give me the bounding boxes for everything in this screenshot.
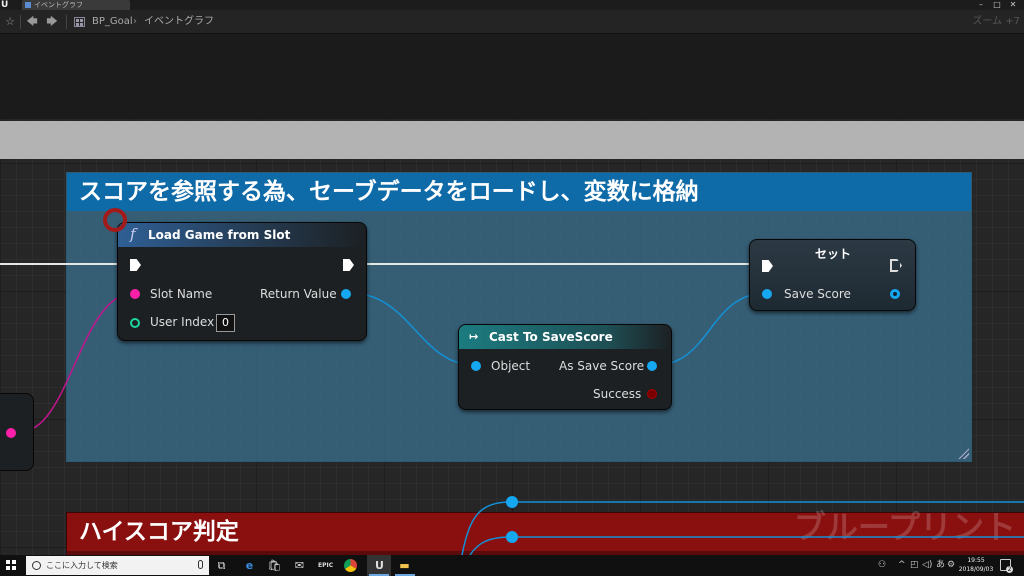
- node-load-game-from-slot[interactable]: f Load Game from Slot Slot Name User Ind…: [117, 222, 367, 341]
- back-arrow-icon[interactable]: 🡄: [24, 14, 40, 30]
- node-set-save-score[interactable]: セット Save Score: [749, 239, 916, 311]
- tray-chevron-up-icon[interactable]: ^: [898, 559, 906, 571]
- user-index-pin[interactable]: [130, 318, 140, 328]
- search-placeholder: ここに入力して検索: [46, 561, 118, 570]
- breadcrumb-root[interactable]: BP_Goal: [92, 15, 133, 29]
- graph-nav-bar: ☆ 🡄 🡆 BP_Goal › イベントグラフ ズーム +7: [0, 10, 1024, 34]
- cast-arrow-icon: ↦: [469, 330, 479, 343]
- task-view-icon[interactable]: ⧉: [214, 558, 229, 573]
- node-title: Cast To SaveScore: [489, 330, 613, 344]
- graph-canvas[interactable]: スコアを参照する為、セーブデータをロードし、変数に格納 ハイスコア判定 ブループ…: [0, 35, 1024, 555]
- function-icon: f: [130, 225, 136, 243]
- ime-settings-icon[interactable]: ⚙: [947, 559, 955, 571]
- notification-center-icon[interactable]: 2: [1000, 559, 1013, 573]
- save-score-output-pin[interactable]: [890, 289, 900, 299]
- close-icon[interactable]: ✕: [1006, 0, 1020, 9]
- save-score-label: Save Score: [784, 287, 851, 301]
- exec-out-pin[interactable]: [890, 259, 902, 272]
- partial-node-left[interactable]: [0, 393, 34, 471]
- exec-out-pin[interactable]: [343, 259, 354, 271]
- blueprint-grid-icon: [74, 17, 85, 27]
- reroute-node-pin[interactable]: [506, 531, 518, 543]
- node-title: セット: [815, 247, 852, 261]
- exec-in-pin[interactable]: [130, 259, 141, 271]
- as-save-score-pin[interactable]: [647, 361, 657, 371]
- nav-divider: [20, 15, 21, 29]
- people-icon[interactable]: ⚇: [878, 559, 886, 571]
- clock-date: 2018/09/03: [958, 566, 994, 573]
- mail-icon[interactable]: ✉: [292, 558, 307, 573]
- return-value-label: Return Value: [260, 287, 337, 301]
- file-explorer-icon[interactable]: ▬: [397, 558, 412, 573]
- nav-divider: [66, 15, 67, 29]
- return-value-pin[interactable]: [341, 289, 351, 299]
- network-icon[interactable]: ◰: [910, 559, 919, 571]
- windows-taskbar: ここに入力して検索 ⧉ e 🛍 ✉ EPIC U ▬ ⚇ ^ ◰ ◁) あ ⚙ …: [0, 555, 1024, 576]
- slot-name-pin[interactable]: [130, 289, 140, 299]
- ime-mode-icon[interactable]: あ: [936, 559, 945, 571]
- slot-name-label: Slot Name: [150, 287, 213, 301]
- breadcrumb-current: イベントグラフ: [144, 16, 214, 27]
- object-input-pin[interactable]: [471, 361, 481, 371]
- reroute-knot-icon[interactable]: [103, 208, 127, 232]
- object-label: Object: [491, 359, 531, 373]
- blueprint-tab-icon: [25, 2, 31, 8]
- success-pin[interactable]: [647, 389, 657, 399]
- document-tab[interactable]: イベントグラフ: [22, 0, 130, 10]
- chrome-icon[interactable]: [344, 559, 357, 572]
- minimize-icon[interactable]: –: [974, 0, 988, 9]
- taskbar-search-box[interactable]: ここに入力して検索: [26, 556, 209, 575]
- node-cast-to-savescore[interactable]: ↦ Cast To SaveScore Object As Save Score…: [458, 324, 672, 410]
- edge-icon[interactable]: e: [242, 558, 257, 573]
- breadcrumb-separator: ›: [133, 16, 137, 27]
- notification-count: 2: [1006, 566, 1013, 573]
- object-wire[interactable]: [461, 501, 1024, 555]
- save-score-input-pin[interactable]: [762, 289, 772, 299]
- document-tab-label: イベントグラフ: [34, 1, 83, 9]
- success-label: Success: [593, 387, 642, 401]
- store-icon[interactable]: 🛍: [267, 558, 282, 573]
- forward-arrow-icon[interactable]: 🡆: [44, 14, 60, 30]
- unreal-engine-icon[interactable]: U: [372, 558, 387, 573]
- zoom-level: ズーム +7: [972, 16, 1020, 27]
- node-header[interactable]: ↦ Cast To SaveScore: [459, 325, 671, 349]
- unreal-logo-icon: U: [1, 0, 9, 10]
- epic-games-icon[interactable]: EPIC: [318, 558, 333, 573]
- node-title: Load Game from Slot: [148, 228, 291, 242]
- title-bar: U イベントグラフ – □ ✕: [0, 0, 1024, 10]
- exec-in-pin[interactable]: [762, 260, 773, 272]
- windows-start-icon[interactable]: [6, 560, 16, 570]
- object-wire[interactable]: [469, 536, 1024, 555]
- string-output-pin[interactable]: [6, 428, 16, 438]
- reroute-node-pin[interactable]: [506, 496, 518, 508]
- volume-icon[interactable]: ◁): [922, 559, 932, 571]
- node-header[interactable]: f Load Game from Slot: [118, 223, 366, 247]
- search-icon: [32, 561, 41, 570]
- clock-time: 19:55: [967, 557, 985, 564]
- object-wire[interactable]: [349, 292, 475, 366]
- favorite-star-icon[interactable]: ☆: [2, 14, 18, 30]
- taskbar-clock[interactable]: 19:55 2018/09/03: [958, 556, 994, 574]
- user-index-label: User Index: [150, 315, 215, 329]
- as-save-score-label: As Save Score: [559, 359, 645, 373]
- user-index-input[interactable]: 0: [216, 314, 235, 332]
- maximize-icon[interactable]: □: [990, 0, 1004, 9]
- microphone-icon[interactable]: [198, 560, 203, 569]
